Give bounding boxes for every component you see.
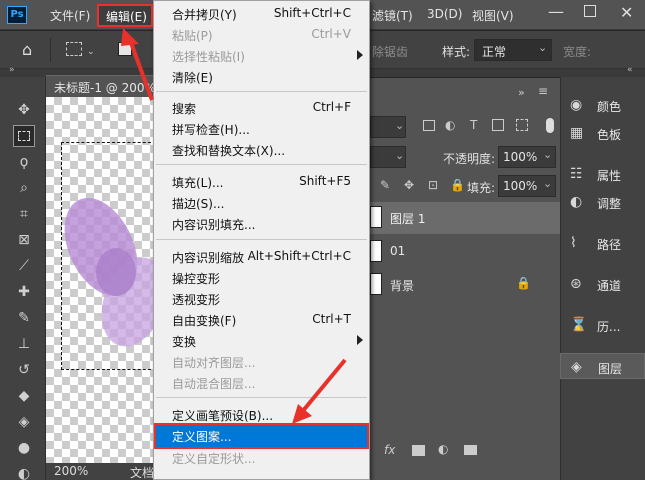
annotation-arrowhead bbox=[292, 404, 312, 424]
annotation-arrowhead bbox=[121, 28, 139, 46]
annotation-arrow-line bbox=[128, 39, 154, 101]
annotation-arrow-line bbox=[300, 358, 347, 414]
annotation-arrows bbox=[121, 28, 347, 424]
